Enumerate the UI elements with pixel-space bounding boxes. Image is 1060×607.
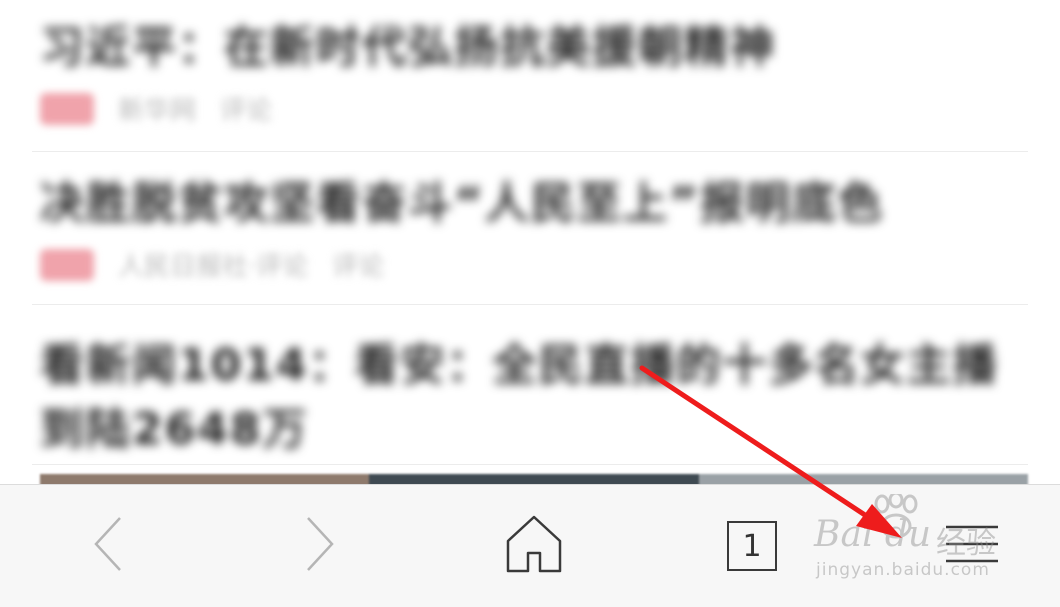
back-button[interactable]	[60, 485, 160, 607]
divider	[32, 464, 1028, 465]
news-item[interactable]: 决胜脱贫攻坚看奋斗“人民至上”报明底色 人民日报社·评论 评论	[40, 176, 1028, 283]
menu-button[interactable]	[922, 485, 1022, 607]
news-source: 新华网	[118, 96, 197, 126]
tab-count: 1	[742, 528, 762, 564]
back-chevron-icon	[90, 514, 130, 578]
home-icon	[504, 513, 564, 579]
news-title[interactable]: 习近平：在新时代弘扬抗美援朝精神	[40, 20, 1028, 76]
menu-icon	[942, 521, 1002, 571]
news-item[interactable]: 看新闻1014：看安：全民直播的十多名女主播到陆2648万	[40, 334, 1000, 462]
news-comments: 评论	[332, 252, 385, 282]
tabs-button[interactable]: 1	[702, 485, 802, 607]
news-item[interactable]: 习近平：在新时代弘扬抗美援朝精神 新华网 评论	[40, 20, 1028, 127]
news-meta: 人民日报社·评论 评论	[40, 246, 1028, 283]
news-source: 人民日报社·评论	[118, 252, 309, 282]
home-button[interactable]	[484, 485, 584, 607]
image-thumbnail	[369, 474, 699, 484]
tabs-icon: 1	[727, 521, 777, 571]
news-feed: 习近平：在新时代弘扬抗美援朝精神 新华网 评论 决胜脱贫攻坚看奋斗“人民至上”报…	[0, 0, 1060, 484]
news-meta: 新华网 评论	[40, 90, 1028, 127]
image-thumbnail	[698, 474, 1028, 484]
hot-tag	[40, 248, 94, 281]
news-comments: 评论	[220, 96, 273, 126]
news-title[interactable]: 决胜脱贫攻坚看奋斗“人民至上”报明底色	[40, 176, 1028, 232]
forward-button[interactable]	[268, 485, 368, 607]
news-title[interactable]: 看新闻1014：看安：全民直播的十多名女主播到陆2648万	[40, 334, 1000, 462]
forward-chevron-icon	[298, 514, 338, 578]
divider	[32, 304, 1028, 305]
image-thumbnail	[40, 474, 370, 484]
news-image-strip[interactable]	[40, 474, 1028, 484]
hot-tag	[40, 92, 94, 125]
divider	[32, 151, 1028, 152]
bottom-toolbar: 1	[0, 484, 1060, 607]
